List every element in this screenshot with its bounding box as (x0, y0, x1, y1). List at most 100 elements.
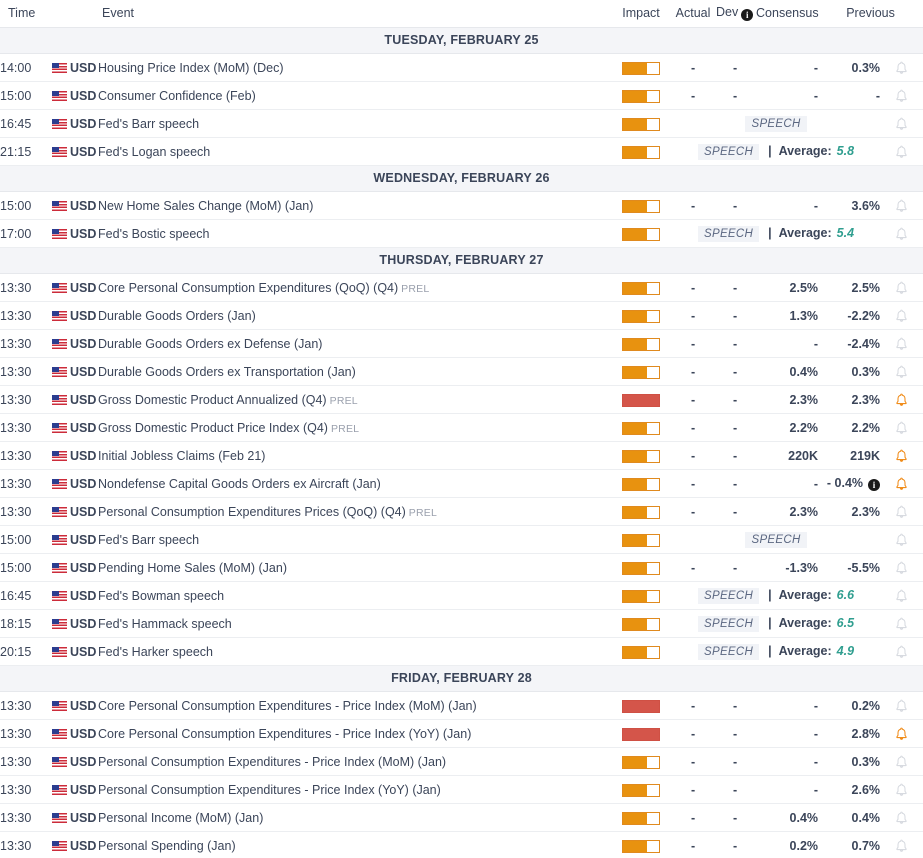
event-name[interactable]: Personal Income (MoM) (Jan) (98, 804, 610, 832)
event-name[interactable]: Housing Price Index (MoM) (Dec) (98, 54, 610, 82)
impact-cell[interactable] (610, 442, 672, 470)
alert-cell[interactable] (880, 82, 923, 110)
alert-bell-icon[interactable] (895, 617, 908, 631)
alert-bell-icon[interactable] (895, 365, 908, 379)
alert-bell-icon[interactable] (895, 337, 908, 351)
event-row[interactable]: 21:15USDFed's Logan speechSPEECH|Average… (0, 138, 923, 166)
impact-cell[interactable] (610, 804, 672, 832)
alert-cell[interactable] (880, 442, 923, 470)
event-row[interactable]: 13:30USDCore Personal Consumption Expend… (0, 692, 923, 720)
alert-cell[interactable] (880, 302, 923, 330)
alert-bell-icon[interactable] (895, 783, 908, 797)
header-event[interactable]: Event (98, 0, 610, 28)
event-row[interactable]: 16:45USDFed's Bowman speechSPEECH|Averag… (0, 582, 923, 610)
header-impact[interactable]: Impact (610, 0, 672, 28)
event-name[interactable]: Initial Jobless Claims (Feb 21) (98, 442, 610, 470)
impact-cell[interactable] (610, 470, 672, 498)
alert-bell-icon[interactable] (895, 421, 908, 435)
impact-cell[interactable] (610, 414, 672, 442)
event-name[interactable]: Consumer Confidence (Feb) (98, 82, 610, 110)
event-name[interactable]: Fed's Barr speech (98, 110, 610, 138)
event-name[interactable]: Core Personal Consumption Expenditures -… (98, 720, 610, 748)
alert-bell-icon[interactable] (895, 199, 908, 213)
impact-cell[interactable] (610, 692, 672, 720)
alert-cell[interactable] (880, 748, 923, 776)
event-name[interactable]: Nondefense Capital Goods Orders ex Aircr… (98, 470, 610, 498)
alert-bell-icon[interactable] (895, 89, 908, 103)
impact-cell[interactable] (610, 138, 672, 166)
event-name[interactable]: Fed's Hammack speech (98, 610, 610, 638)
impact-cell[interactable] (610, 54, 672, 82)
alert-bell-icon[interactable] (895, 117, 908, 131)
impact-cell[interactable] (610, 610, 672, 638)
impact-cell[interactable] (610, 526, 672, 554)
alert-bell-icon[interactable] (895, 811, 908, 825)
alert-bell-icon[interactable] (895, 505, 908, 519)
event-name[interactable]: Fed's Bostic speech (98, 220, 610, 248)
impact-cell[interactable] (610, 358, 672, 386)
event-row[interactable]: 13:30USDPersonal Consumption Expenditure… (0, 498, 923, 526)
event-row[interactable]: 13:30USDPersonal Spending (Jan)--0.2%0.7… (0, 832, 923, 858)
alert-cell[interactable] (880, 54, 923, 82)
impact-cell[interactable] (610, 192, 672, 220)
event-name[interactable]: Durable Goods Orders (Jan) (98, 302, 610, 330)
event-row[interactable]: 15:00USDFed's Barr speechSPEECH (0, 526, 923, 554)
alert-bell-icon[interactable] (895, 281, 908, 295)
impact-cell[interactable] (610, 110, 672, 138)
alert-bell-icon[interactable] (895, 309, 908, 323)
alert-bell-icon[interactable] (895, 533, 908, 547)
event-row[interactable]: 15:00USDNew Home Sales Change (MoM) (Jan… (0, 192, 923, 220)
alert-cell[interactable] (880, 832, 923, 858)
alert-cell[interactable] (880, 582, 923, 610)
event-row[interactable]: 15:00USDConsumer Confidence (Feb)---- (0, 82, 923, 110)
event-row[interactable]: 13:30USDDurable Goods Orders ex Transpor… (0, 358, 923, 386)
alert-cell[interactable] (880, 554, 923, 582)
event-row[interactable]: 13:30USDGross Domestic Product Annualize… (0, 386, 923, 414)
alert-bell-icon-active[interactable] (895, 727, 908, 741)
event-row[interactable]: 13:30USDInitial Jobless Claims (Feb 21)-… (0, 442, 923, 470)
event-name[interactable]: Personal Consumption Expenditures - Pric… (98, 776, 610, 804)
impact-cell[interactable] (610, 302, 672, 330)
impact-cell[interactable] (610, 776, 672, 804)
event-name[interactable]: Fed's Logan speech (98, 138, 610, 166)
impact-cell[interactable] (610, 498, 672, 526)
impact-cell[interactable] (610, 832, 672, 858)
impact-cell[interactable] (610, 554, 672, 582)
event-row[interactable]: 13:30USDPersonal Consumption Expenditure… (0, 748, 923, 776)
event-row[interactable]: 13:30USDDurable Goods Orders (Jan)--1.3%… (0, 302, 923, 330)
event-name[interactable]: Personal Consumption Expenditures Prices… (98, 498, 610, 526)
alert-cell[interactable] (880, 638, 923, 666)
impact-cell[interactable] (610, 582, 672, 610)
alert-cell[interactable] (880, 138, 923, 166)
event-name[interactable]: Personal Consumption Expenditures - Pric… (98, 748, 610, 776)
event-row[interactable]: 14:00USDHousing Price Index (MoM) (Dec)-… (0, 54, 923, 82)
alert-cell[interactable] (880, 358, 923, 386)
event-row[interactable]: 16:45USDFed's Barr speechSPEECH (0, 110, 923, 138)
impact-cell[interactable] (610, 748, 672, 776)
alert-cell[interactable] (880, 470, 923, 498)
alert-bell-icon[interactable] (895, 61, 908, 75)
event-row[interactable]: 13:30USDDurable Goods Orders ex Defense … (0, 330, 923, 358)
event-row[interactable]: 20:15USDFed's Harker speechSPEECH|Averag… (0, 638, 923, 666)
event-row[interactable]: 18:15USDFed's Hammack speechSPEECH|Avera… (0, 610, 923, 638)
alert-bell-icon-active[interactable] (895, 393, 908, 407)
alert-cell[interactable] (880, 804, 923, 832)
impact-cell[interactable] (610, 220, 672, 248)
dev-info-icon[interactable]: i (741, 9, 753, 21)
impact-cell[interactable] (610, 386, 672, 414)
event-name[interactable]: Core Personal Consumption Expenditures (… (98, 274, 610, 302)
impact-cell[interactable] (610, 82, 672, 110)
alert-bell-icon[interactable] (895, 227, 908, 241)
alert-cell[interactable] (880, 526, 923, 554)
header-dev[interactable]: Devi (714, 0, 756, 28)
alert-bell-icon-active[interactable] (895, 477, 908, 491)
alert-cell[interactable] (880, 776, 923, 804)
event-name[interactable]: Durable Goods Orders ex Transportation (… (98, 358, 610, 386)
event-row[interactable]: 17:00USDFed's Bostic speechSPEECH|Averag… (0, 220, 923, 248)
alert-cell[interactable] (880, 220, 923, 248)
alert-bell-icon[interactable] (895, 561, 908, 575)
header-previous[interactable]: Previous (818, 0, 923, 28)
header-time[interactable]: Time (0, 0, 98, 28)
alert-bell-icon[interactable] (895, 145, 908, 159)
alert-cell[interactable] (880, 274, 923, 302)
